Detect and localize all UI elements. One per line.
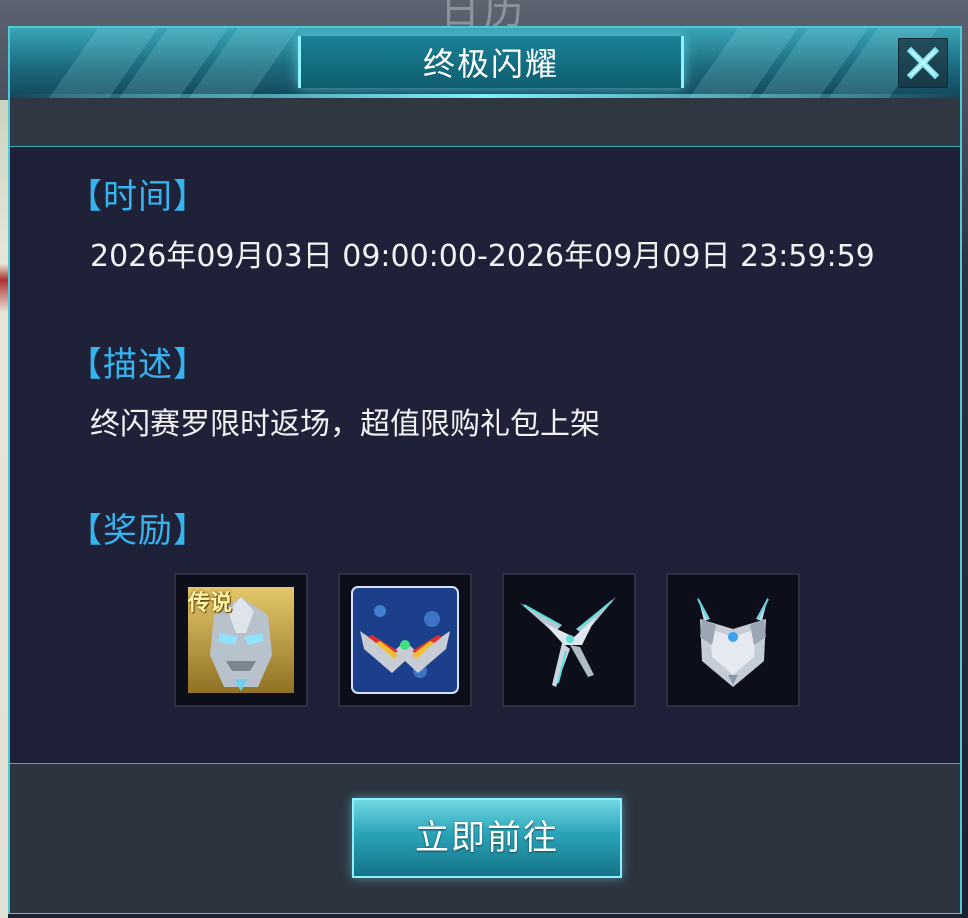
reward-slot-eye-visor[interactable]: [338, 573, 472, 707]
rewards-heading: 【奖励】: [68, 511, 208, 551]
silver-armor-crest-icon: [697, 597, 769, 687]
reward-slot-zero-portrait[interactable]: 传说: [174, 573, 308, 707]
dialog-title: 终极闪耀: [422, 45, 559, 83]
close-button[interactable]: [898, 38, 948, 88]
time-value: 2026年09月03日 09:00:00-2026年09月09日 23:59:5…: [90, 239, 875, 274]
zero-eye-visor-icon: [351, 586, 459, 694]
dialog-title-bar: 终极闪耀: [10, 28, 960, 98]
dialog-content: 【时间】 2026年09月03日 09:00:00-2026年09月09日 23…: [10, 147, 960, 763]
reward-slot-armor-crest[interactable]: [666, 573, 800, 707]
time-heading: 【时间】: [68, 177, 208, 217]
go-now-button[interactable]: 立即前往: [352, 798, 622, 878]
description-heading: 【描述】: [68, 345, 208, 385]
dialog-subbar: [10, 98, 960, 147]
rewards-list: 传说: [174, 573, 814, 713]
close-x-icon: [906, 46, 940, 80]
crystal-blades-icon: [520, 597, 616, 687]
legendary-badge: 传说: [188, 591, 233, 616]
dialog-footer: 立即前往: [10, 763, 960, 913]
background-left-strip: [0, 100, 8, 918]
reward-slot-crystal-blades[interactable]: [502, 573, 636, 707]
go-now-button-label: 立即前往: [415, 818, 559, 858]
description-value: 终闪赛罗限时返场，超值限购礼包上架: [90, 407, 600, 442]
event-dialog: 终极闪耀 【时间】 2026年09月03日 09:00:00-2026年09月0…: [8, 26, 962, 914]
